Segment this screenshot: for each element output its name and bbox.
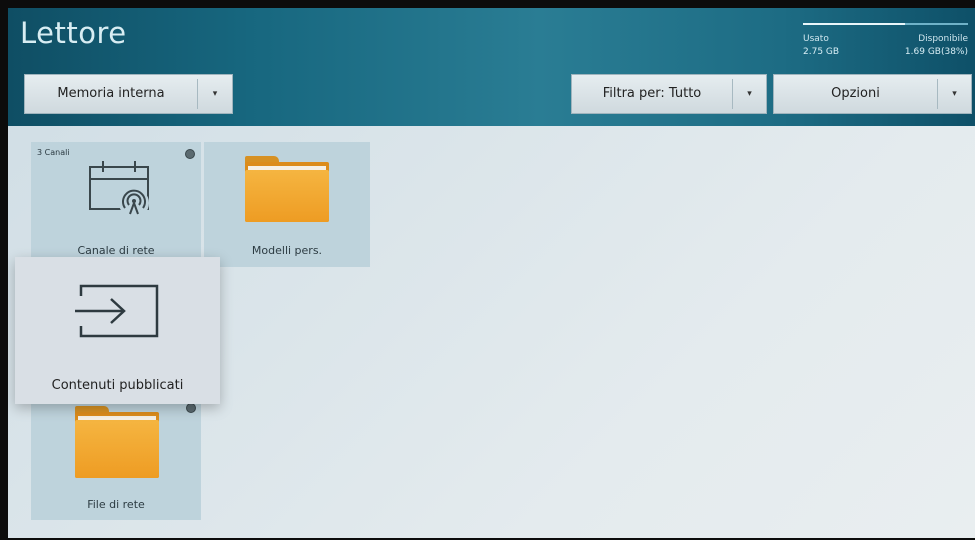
app-title: Lettore xyxy=(20,16,127,50)
folder-icon xyxy=(245,156,329,222)
storage-usage-bar xyxy=(803,23,968,25)
tile-label: File di rete xyxy=(87,498,145,511)
storage-dropdown-label: Memoria interna xyxy=(57,86,165,101)
options-dot-icon xyxy=(186,403,196,413)
folder-icon xyxy=(75,406,159,478)
tile-label: Modelli pers. xyxy=(251,244,323,257)
channel-count-badge: 3 Canali xyxy=(37,148,70,157)
storage-indicator: Usato 2.75 GB Disponibile 1.69 GB(38%) xyxy=(803,18,971,68)
tile-network-channel[interactable]: 3 Canali Canale di rete xyxy=(31,142,201,267)
tile-network-files[interactable]: File di rete xyxy=(31,400,201,520)
tile-label: Canale di rete xyxy=(77,244,155,257)
network-channel-icon xyxy=(89,161,149,218)
available-value: 1.69 GB(38%) xyxy=(904,47,968,57)
options-dropdown[interactable]: Opzioni ▾ xyxy=(773,74,972,114)
chevron-down-icon: ▾ xyxy=(747,89,752,99)
filter-dropdown[interactable]: Filtra per: Tutto ▾ xyxy=(571,74,767,114)
screen: Lettore Usato 2.75 GB Disponibile 1.69 G… xyxy=(8,8,975,538)
filter-dropdown-label: Filtra per: Tutto xyxy=(602,86,702,101)
tile-label: Contenuti pubblicati xyxy=(51,378,184,393)
options-dropdown-label: Opzioni xyxy=(831,86,880,101)
chevron-down-icon: ▾ xyxy=(212,89,218,99)
storage-dropdown[interactable]: Memoria interna ▾ xyxy=(24,74,233,114)
toolbar: Memoria interna ▾ Filtra per: Tutto ▾ Op… xyxy=(8,70,975,120)
tile-custom-templates[interactable]: Modelli pers. xyxy=(204,142,370,267)
tile-published-content-focused[interactable]: Contenuti pubblicati xyxy=(15,257,220,404)
header-bar: Lettore Usato 2.75 GB Disponibile 1.69 G… xyxy=(8,8,975,126)
storage-usage-fill xyxy=(803,23,906,25)
used-value: 2.75 GB xyxy=(803,47,840,57)
options-dot-icon xyxy=(185,149,195,159)
chevron-down-icon: ▾ xyxy=(952,89,957,99)
import-arrow-icon xyxy=(75,284,159,338)
available-label: Disponibile xyxy=(918,34,968,44)
used-label: Usato xyxy=(803,34,829,44)
